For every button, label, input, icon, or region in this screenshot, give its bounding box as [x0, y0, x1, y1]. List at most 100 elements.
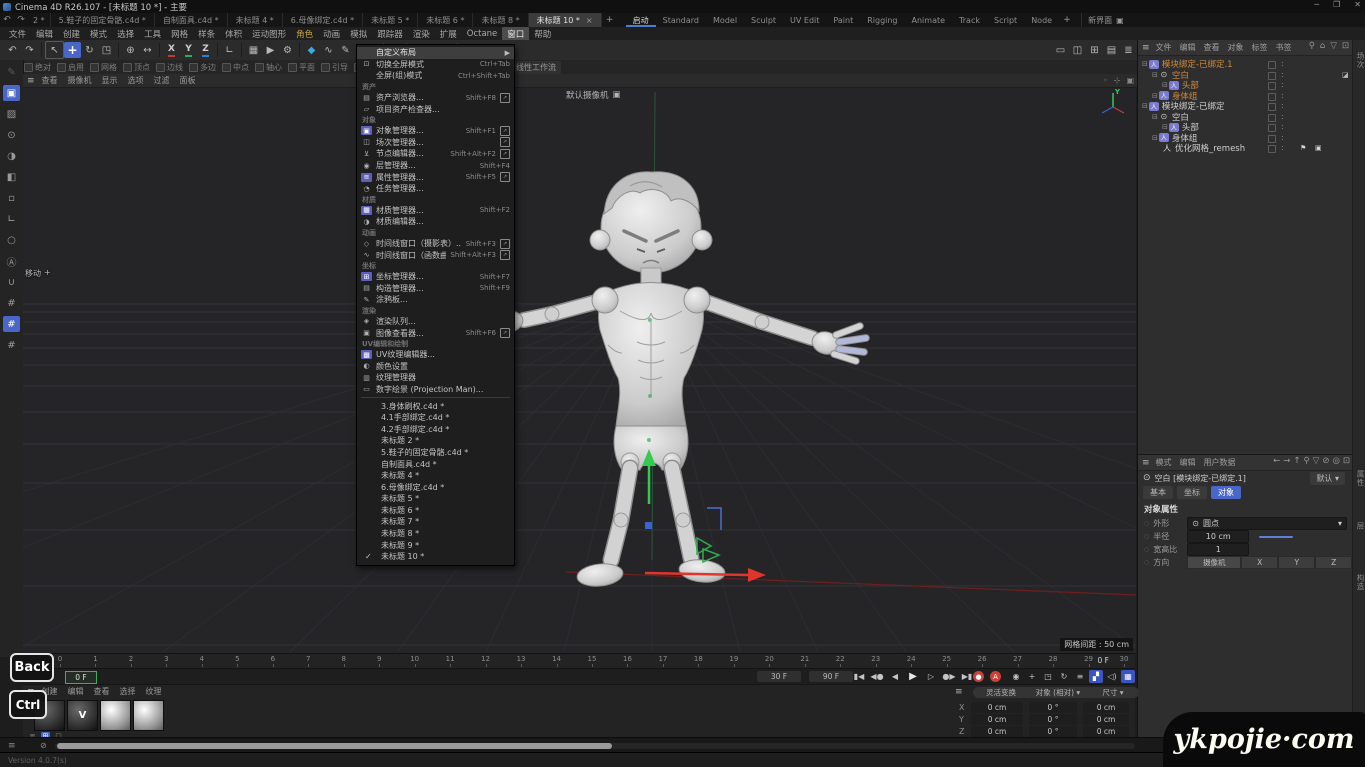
layer-toggle-icon[interactable] — [1268, 114, 1276, 122]
open-in-window-icon[interactable]: ↗ — [500, 239, 510, 249]
size-field[interactable]: 0 cm — [1083, 726, 1129, 737]
simulate-icon[interactable]: ∿ — [320, 42, 337, 58]
timeline-ruler[interactable]: 0 F 012345678910111213141516171819202122… — [23, 653, 1135, 669]
document-tab[interactable]: 未标题 6 * — [418, 13, 473, 27]
om-menu-5[interactable]: 书签 — [1272, 42, 1296, 53]
menu-item[interactable]: ◐颜色设置 — [357, 360, 514, 372]
character-model[interactable] — [489, 172, 866, 589]
menu-6[interactable]: 网格 — [166, 27, 193, 41]
menu-item[interactable]: ▱项目资产检查器... — [357, 103, 514, 115]
layer-toggle-icon[interactable] — [1268, 135, 1276, 143]
expander-icon[interactable]: ⊟ — [1142, 102, 1148, 110]
visibility-dots-icon[interactable]: : — [1281, 80, 1284, 89]
open-in-window-icon[interactable]: ↗ — [500, 149, 510, 159]
material-thumbnail[interactable] — [133, 700, 164, 731]
preset-dropdown[interactable]: 默认 ▾ — [1310, 472, 1345, 485]
undo-icon[interactable]: ↶ — [4, 42, 21, 58]
recent-document-item[interactable]: 5.鞋子的固定骨骼.c4d * — [357, 447, 514, 459]
visibility-dots-icon[interactable]: : — [1281, 143, 1284, 152]
menu-11[interactable]: 动画 — [318, 27, 345, 41]
orientation-Z[interactable]: Z — [1315, 556, 1352, 569]
snap-option[interactable]: 中点 — [222, 62, 249, 73]
rotation-field[interactable]: 0 ° — [1029, 714, 1077, 725]
menu-18[interactable]: 帮助 — [529, 27, 556, 41]
snap-option[interactable]: 顶点 — [123, 62, 150, 73]
layer-toggle-icon[interactable] — [1268, 61, 1276, 69]
record-position-icon[interactable]: + — [1025, 670, 1039, 683]
popout-icon[interactable]: ⊡ — [1342, 41, 1349, 51]
lock-icon[interactable]: ⊘ — [1322, 456, 1329, 466]
new-layout-icon[interactable]: ▣ — [1116, 16, 1124, 25]
model-mode-icon[interactable]: ▣ — [3, 85, 20, 101]
coord-button-1[interactable]: 对象 (相对) ▾ — [1021, 687, 1095, 698]
add-tab-button[interactable]: + — [602, 13, 618, 27]
anim-dot-icon[interactable]: ○ — [1144, 520, 1149, 527]
material-thumbnail[interactable] — [100, 700, 131, 731]
radius-field[interactable]: 10 cm — [1187, 530, 1249, 543]
document-tab[interactable]: 未标题 8 * — [473, 13, 528, 27]
menu-item[interactable]: 全屏(组)模式Ctrl+Shift+Tab — [357, 70, 514, 82]
playhead-marker[interactable]: 0 F — [65, 671, 97, 684]
document-tab[interactable]: 2 * — [28, 13, 51, 27]
layer-toggle-icon[interactable] — [1268, 145, 1276, 153]
search-icon[interactable]: ⚲ — [1304, 456, 1310, 466]
lock-x-icon[interactable]: X — [163, 42, 180, 58]
go-start-icon[interactable]: ▮◀ — [851, 670, 867, 683]
record-rotation-icon[interactable]: ↻ — [1057, 670, 1071, 683]
side-tab-0[interactable]: 属性 — [1355, 470, 1365, 487]
menu-13[interactable]: 跟踪器 — [372, 27, 408, 41]
target-icon[interactable]: ◎ — [1332, 456, 1339, 466]
toolbar-chip[interactable]: 线性工作流 — [511, 61, 561, 74]
layer-toggle-icon[interactable] — [1268, 93, 1276, 101]
tab-对象[interactable]: 对象 — [1211, 486, 1241, 499]
menu-item[interactable]: ✎涂鸦板... — [357, 294, 514, 306]
menu-window[interactable]: 窗口 — [502, 27, 529, 41]
menu-item[interactable]: ▣图像查看器...Shift+F6↗ — [357, 327, 514, 339]
recent-document-item[interactable]: 未标题 8 * — [357, 528, 514, 540]
menu-item[interactable]: ◫场次管理器...↗ — [357, 137, 514, 149]
menu-item[interactable]: ▩UV纹理编辑器... — [357, 349, 514, 361]
snap-option[interactable]: 启用 — [57, 62, 84, 73]
layer-toggle-icon[interactable] — [1268, 124, 1276, 132]
size-field[interactable]: 0 cm — [1083, 702, 1129, 713]
axis-mode-icon[interactable]: ∟ — [3, 211, 20, 227]
points-mode-icon[interactable]: ⊙ — [3, 127, 20, 143]
layout-tab[interactable]: Node — [1024, 13, 1059, 27]
texture-tag-icon[interactable]: ▣ — [1315, 144, 1322, 152]
visibility-dots-icon[interactable]: : — [1281, 101, 1284, 110]
visibility-dots-icon[interactable]: : — [1281, 91, 1284, 100]
live-selection-icon[interactable]: ↖ — [45, 41, 64, 59]
undo-icon[interactable]: ↶ — [0, 13, 14, 27]
autokey-icon[interactable]: A — [990, 671, 1001, 682]
position-field[interactable]: 0 cm — [971, 702, 1023, 713]
menu-16[interactable]: Octane — [462, 28, 503, 40]
menu-item[interactable]: ≡属性管理器...Shift+F5↗ — [357, 171, 514, 183]
frame-range-field[interactable]: 90 F — [809, 671, 853, 682]
snap-option[interactable]: 绝对 — [24, 62, 51, 73]
layout-split-icon[interactable]: ◫ — [1069, 42, 1086, 58]
lock-y-icon[interactable]: Y — [180, 42, 197, 58]
object-tree-row[interactable]: ⊟人身体组: — [1142, 133, 1353, 144]
frame-range-field[interactable]: 30 F — [757, 671, 801, 682]
om-menu-0[interactable]: 文件 — [1152, 42, 1176, 53]
maximize-button[interactable]: ❐ — [1333, 0, 1340, 9]
menu-item[interactable]: ◔任务管理器... — [357, 183, 514, 195]
viewport-canvas[interactable] — [23, 87, 1136, 653]
object-tree-row[interactable]: ⊟⊙空白:◪ — [1142, 70, 1353, 81]
am-menu-2[interactable]: 用户数据 — [1200, 457, 1240, 468]
filter-icon[interactable]: ▽ — [1330, 41, 1337, 51]
recent-document-item[interactable]: 未标题 7 * — [357, 516, 514, 528]
viewport-menu-0[interactable]: 查看 — [37, 75, 63, 86]
layout-tab[interactable]: Rigging — [860, 13, 904, 27]
horizontal-scrollbar[interactable] — [55, 743, 1135, 749]
visibility-dots-icon[interactable]: : — [1281, 59, 1284, 68]
visibility-dots-icon[interactable]: : — [1281, 122, 1284, 131]
object-tree-row[interactable]: ⊟⊙空白: — [1142, 112, 1353, 123]
scrollbar-thumb[interactable] — [57, 743, 612, 749]
next-frame-icon[interactable]: ▷ — [923, 670, 939, 683]
material-menu-3[interactable]: 选择 — [115, 686, 141, 697]
layer-toggle-icon[interactable] — [1268, 82, 1276, 90]
popout-icon[interactable]: ⊡ — [1343, 456, 1350, 466]
render-picture-viewer-icon[interactable]: ▶ — [262, 42, 279, 58]
open-in-window-icon[interactable]: ↗ — [500, 328, 510, 338]
